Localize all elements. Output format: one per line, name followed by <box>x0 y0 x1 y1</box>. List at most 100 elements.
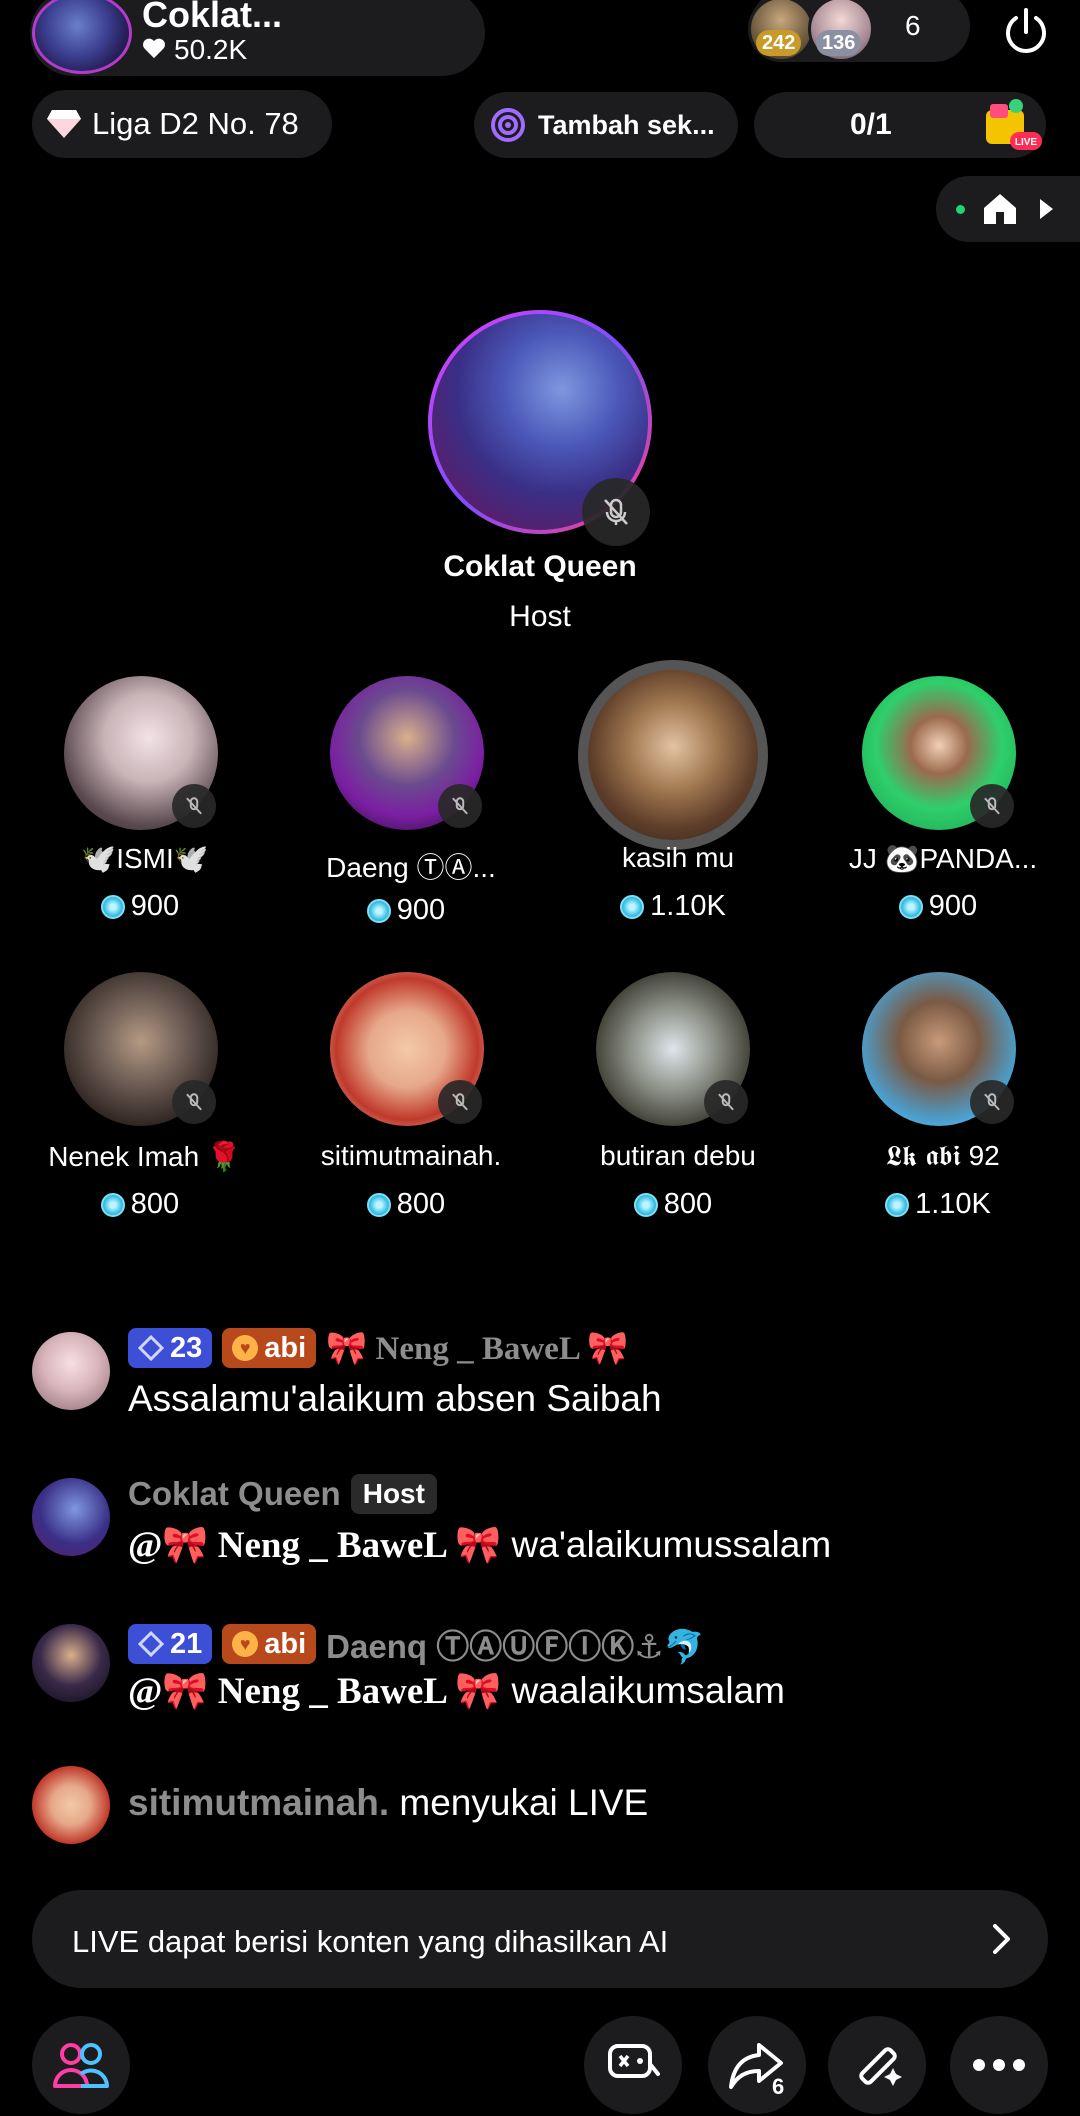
power-icon[interactable] <box>998 4 1054 60</box>
coin-icon <box>100 894 125 919</box>
level-value: 23 <box>170 1331 203 1364</box>
task-chip[interactable]: Tambah sek... <box>474 92 738 158</box>
people-icon <box>53 2043 109 2088</box>
league-rank-chip[interactable]: Liga D2 No. 78 <box>32 90 332 158</box>
coin-icon <box>366 1192 391 1217</box>
guest-name-7: butiran debu <box>600 1140 756 1171</box>
more-button[interactable] <box>950 2016 1048 2114</box>
guest-avatar-3-speaking[interactable] <box>578 660 768 850</box>
svg-text:LIVE: LIVE <box>1015 137 1038 148</box>
guest-name-8: 𝕷𝖐 𝖆𝖇𝖎 92 <box>886 1140 1000 1171</box>
level-value: 21 <box>170 1627 203 1660</box>
guest-score-value-7: 800 <box>663 1188 713 1220</box>
diamond-icon <box>138 1335 164 1361</box>
mic-off-icon <box>438 1080 482 1124</box>
share-button[interactable] <box>708 2016 806 2114</box>
share-count: 6 <box>772 2074 785 2099</box>
guest-score-7: 800 <box>543 1188 803 1221</box>
guests-button[interactable] <box>32 2016 130 2114</box>
guest-score-1: 900 <box>10 890 270 923</box>
coin-icon <box>100 1192 125 1217</box>
coin-icon <box>898 894 923 919</box>
stage-host-name: Coklat Queen <box>443 550 637 583</box>
mic-off-icon <box>970 784 1014 828</box>
chat-username[interactable]: Daenq ⓉⒶⓊⒻⒾⓀ⚓🐬 <box>326 1620 705 1668</box>
guest-name-1: 🕊️ISMI🕊️ <box>81 843 209 874</box>
chat-username[interactable]: Coklat Queen <box>128 1475 341 1513</box>
chat-text: @🎀 Neng _ BaweL 🎀 wa'alaikumussalam <box>128 1524 831 1567</box>
guest-score-value-3: 1.10K <box>650 890 726 922</box>
guest-name-5: Nenek Imah 🌹 <box>48 1141 242 1172</box>
guest-score-3: 1.10K <box>543 890 803 923</box>
chat-avatar[interactable] <box>32 1766 110 1844</box>
diamond-icon <box>47 110 81 138</box>
guest-score-value-2: 900 <box>396 894 446 926</box>
guest-score-value-6: 800 <box>396 1188 446 1220</box>
coin-icon <box>620 894 645 919</box>
mic-off-icon <box>172 784 216 828</box>
fan-heart-icon: ♥ <box>232 1631 259 1657</box>
magic-wand-icon <box>859 2047 902 2086</box>
top-viewer-badge-1: 242 <box>756 30 802 56</box>
guest-score-4: 900 <box>808 890 1068 923</box>
stage-host-role: Host <box>509 600 571 633</box>
goal-progress: 0/1 <box>850 108 892 141</box>
chat-text: @🎀 Neng _ BaweL 🎀 waalaikumsalam <box>128 1670 785 1713</box>
chat-username[interactable]: sitimutmainah. <box>128 1782 389 1823</box>
league-rank-label: Liga D2 No. 78 <box>92 106 299 141</box>
chat-username[interactable]: 🎀 Neng _ BaweL 🎀 <box>326 1329 628 1368</box>
diamond-icon <box>138 1631 164 1657</box>
chat-avatar[interactable] <box>32 1332 110 1410</box>
chat-text-body: menyukai LIVE <box>399 1782 649 1823</box>
mic-off-icon <box>582 478 650 546</box>
mic-off-icon <box>172 1080 216 1124</box>
play-arrow-icon[interactable] <box>1040 199 1053 219</box>
games-button[interactable] <box>584 2016 682 2114</box>
coin-icon <box>885 1192 910 1217</box>
guest-score-6: 800 <box>276 1188 536 1221</box>
coin-icon <box>633 1192 658 1217</box>
chevron-right-icon[interactable] <box>986 1922 1016 1956</box>
chat-mention[interactable]: @🎀 Neng _ BaweL 🎀 <box>128 1525 501 1566</box>
gamepad-icon <box>608 2044 660 2078</box>
target-icon <box>491 108 525 142</box>
top-viewer-badge-2: 136 <box>816 30 862 56</box>
guest-score-value-4: 900 <box>928 890 978 922</box>
mic-off-icon <box>970 1080 1014 1124</box>
chat-avatar[interactable] <box>32 1478 110 1556</box>
chat-header: Coklat Queen Host <box>128 1474 437 1514</box>
guest-name-3: kasih mu <box>621 842 735 873</box>
guest-score-value-1: 900 <box>130 890 180 922</box>
fan-club-badge: ♥ abi <box>222 1328 317 1368</box>
guest-score-5: 800 <box>10 1188 270 1221</box>
fan-heart-icon: ♥ <box>232 1335 259 1361</box>
chat-avatar[interactable] <box>32 1624 110 1702</box>
chat-text-body: wa'alaikumussalam <box>511 1524 832 1565</box>
home-icon[interactable] <box>980 188 1020 228</box>
viewer-count[interactable]: 6 <box>905 10 921 42</box>
guest-score-value-8: 1.10K <box>915 1188 991 1220</box>
guest-name-6: sitimutmainah. <box>320 1140 502 1171</box>
fan-club-badge: ♥ abi <box>222 1624 317 1664</box>
task-label: Tambah sek... <box>538 109 715 140</box>
ai-content-notice-text: LIVE dapat berisi konten yang dihasilkan… <box>72 1924 669 1959</box>
fan-club-name: abi <box>264 1627 307 1660</box>
effects-button[interactable] <box>828 2016 926 2114</box>
mic-off-icon <box>704 1080 748 1124</box>
guest-score-8: 1.10K <box>808 1188 1068 1221</box>
chat-header: 21 ♥ abi Daenq ⓉⒶⓊⒻⒾⓀ⚓🐬 <box>128 1620 705 1668</box>
chat-mention[interactable]: @🎀 Neng _ BaweL 🎀 <box>128 1671 501 1712</box>
host-likes-count: 50.2K <box>174 34 248 65</box>
chat-text-body: waalaikumsalam <box>511 1670 786 1711</box>
chat-header: 23 ♥ abi 🎀 Neng _ BaweL 🎀 <box>128 1328 628 1368</box>
guest-score-2: 900 <box>276 894 536 927</box>
level-badge: 23 <box>128 1328 213 1368</box>
level-badge: 21 <box>128 1624 213 1664</box>
online-dot <box>956 205 965 214</box>
mic-off-icon <box>438 784 482 828</box>
more-icon <box>973 2059 1025 2071</box>
live-gift-icon: LIVE <box>986 99 1042 150</box>
host-tag: Host <box>350 1474 437 1514</box>
host-name: Coklat... <box>142 0 283 35</box>
guest-score-value-5: 800 <box>130 1188 180 1220</box>
